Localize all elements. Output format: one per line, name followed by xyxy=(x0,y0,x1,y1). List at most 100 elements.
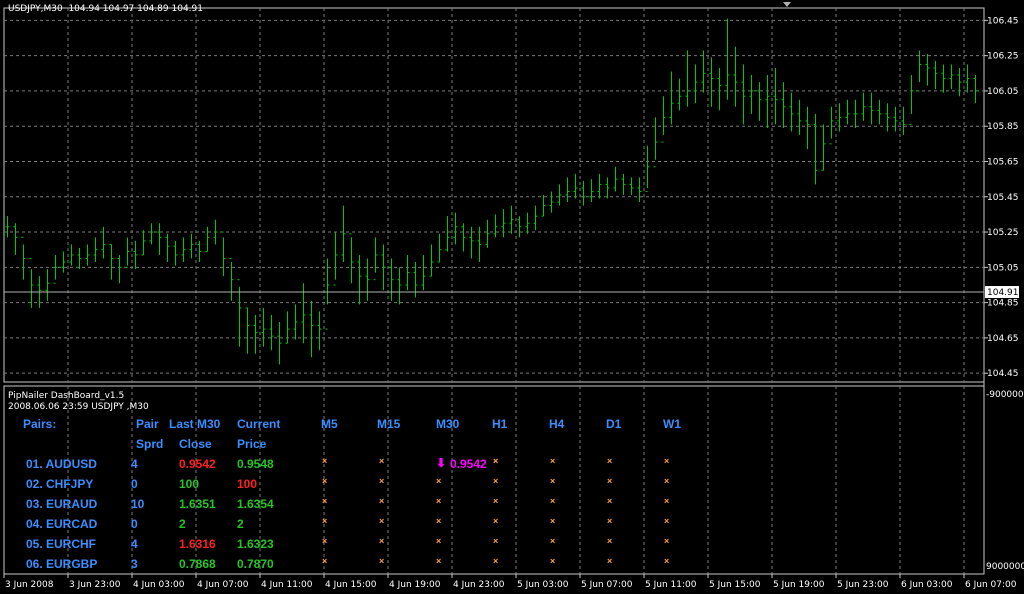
pair-spread: 3 xyxy=(131,557,138,571)
main-plot-frame xyxy=(3,7,985,383)
column-header: M5 xyxy=(321,417,338,431)
column-header: Current xyxy=(237,417,281,431)
x-tick-label: 4 Jun 03:00 xyxy=(133,580,185,590)
signal-marker: × xyxy=(550,516,556,526)
x-tick-label: 5 Jun 07:00 xyxy=(581,580,633,590)
signal-marker: × xyxy=(322,556,328,566)
signal-marker: × xyxy=(493,536,499,546)
signal-marker: × xyxy=(322,456,328,466)
pair-spread: 4 xyxy=(131,457,138,471)
y-tick-label: 105.05 xyxy=(987,263,1019,273)
x-tick-label: 3 Jun 2008 xyxy=(5,580,54,590)
current-price-value: 0.7870 xyxy=(237,557,274,571)
pair-spread: 0 xyxy=(131,477,138,491)
column-header: Last M30 xyxy=(169,417,221,431)
signal-marker: × xyxy=(550,556,556,566)
chart-window[interactable]: 106.45 106.25 106.05 105.85 105.65 105.45 105.… xyxy=(0,0,1024,594)
column-subheader: Close xyxy=(179,437,212,451)
signal-marker: × xyxy=(550,476,556,486)
signal-marker: × xyxy=(664,476,670,486)
x-tick-label: 4 Jun 23:00 xyxy=(453,580,505,590)
current-price-value: 1.6323 xyxy=(237,537,274,551)
signal-marker: × xyxy=(436,536,442,546)
y-tick-label: 105.85 xyxy=(987,122,1019,132)
signal-marker: × xyxy=(322,496,328,506)
current-price-value: 100 xyxy=(237,477,258,491)
x-tick-label: 4 Jun 11:00 xyxy=(261,580,313,590)
x-tick-label: 3 Jun 23:00 xyxy=(69,580,121,590)
x-tick-label: 6 Jun 07:00 xyxy=(965,580,1017,590)
signal-marker: × xyxy=(322,516,328,526)
signal-marker: × xyxy=(607,536,613,546)
down-arrow-icon: ⬇ xyxy=(436,456,447,470)
signal-marker: × xyxy=(322,476,328,486)
current-price-value: 1.6354 xyxy=(237,497,274,511)
signal-marker: × xyxy=(436,496,442,506)
shift-marker-icon xyxy=(783,2,791,7)
signal-marker: × xyxy=(379,556,385,566)
column-header: D1 xyxy=(606,417,622,431)
signal-marker: × xyxy=(664,556,670,566)
column-header: Pairs: xyxy=(23,417,57,431)
signal-marker: × xyxy=(607,456,613,466)
pair-name: 01. AUDUSD xyxy=(26,457,97,471)
signal-marker: × xyxy=(607,476,613,486)
signal-marker: × xyxy=(550,496,556,506)
column-subheader: Sprd xyxy=(136,437,164,451)
last-close-value: 0.9542 xyxy=(179,457,216,471)
indicator-subtitle: 2008.06.06 23:59 USDJPY ,M30 xyxy=(8,402,149,412)
x-tick-label: 5 Jun 11:00 xyxy=(645,580,697,590)
signal-marker: × xyxy=(379,536,385,546)
y-tick-label: 104.85 xyxy=(987,299,1019,309)
pair-name: 04. EURCAD xyxy=(26,517,98,531)
signal-marker: × xyxy=(607,556,613,566)
signal-marker: × xyxy=(322,536,328,546)
chart-title: USDJPY,M30 104.94 104.97 104.89 104.91 xyxy=(8,4,203,14)
y-tick-label: 106.45 xyxy=(987,16,1019,26)
signal-marker: × xyxy=(664,496,670,506)
pair-name: 05. EURCHF xyxy=(26,537,97,551)
last-close-value: 1.6351 xyxy=(179,497,216,511)
y-tick-label: 105.45 xyxy=(987,193,1019,203)
column-header: M15 xyxy=(377,417,401,431)
last-close-value: 100 xyxy=(179,477,200,491)
price-chart[interactable]: 106.45 106.25 106.05 105.85 105.65 105.45 105.… xyxy=(0,0,1024,594)
pair-spread: 4 xyxy=(131,537,138,551)
y-tick-label: 104.45 xyxy=(987,369,1019,379)
x-tick-label: 5 Jun 19:00 xyxy=(773,580,825,590)
column-header: M30 xyxy=(436,417,460,431)
signal-marker: × xyxy=(664,456,670,466)
column-header: Pair xyxy=(136,417,159,431)
signal-marker: × xyxy=(379,516,385,526)
signal-marker: × xyxy=(607,516,613,526)
signal-marker: × xyxy=(607,496,613,506)
current-price-value: 2 xyxy=(237,517,244,531)
pair-name: 06. EURGBP xyxy=(26,557,98,571)
signal-marker: × xyxy=(493,476,499,486)
x-tick-label: 4 Jun 15:00 xyxy=(325,580,377,590)
signal-marker: × xyxy=(493,556,499,566)
current-price-label: 104.91 xyxy=(987,288,1019,298)
indicator-scale-top: -9000000 xyxy=(986,390,1024,400)
x-tick-label: 5 Jun 03:00 xyxy=(517,580,569,590)
pair-name: 03. EURAUD xyxy=(26,497,98,511)
last-close-value: 0.7868 xyxy=(179,557,216,571)
x-tick-label: 4 Jun 19:00 xyxy=(389,580,441,590)
indicator-scale-bottom: 9000000 xyxy=(986,562,1024,572)
column-header: H4 xyxy=(549,417,565,431)
x-tick-label: 5 Jun 23:00 xyxy=(837,580,889,590)
column-header: H1 xyxy=(492,417,508,431)
signal-marker: × xyxy=(436,556,442,566)
last-close-value: 2 xyxy=(179,517,186,531)
signal-marker: × xyxy=(550,536,556,546)
ohlc-readout: 104.94 104.97 104.89 104.91 xyxy=(68,4,203,14)
x-tick-label: 5 Jun 15:00 xyxy=(709,580,761,590)
signal-marker: × xyxy=(493,456,499,466)
signal-marker: × xyxy=(379,456,385,466)
indicator-title: PipNailer DashBoard_v1.5 xyxy=(8,391,125,401)
signal-marker: × xyxy=(436,476,442,486)
signal-marker: × xyxy=(379,496,385,506)
signal-marker: × xyxy=(436,516,442,526)
column-header: W1 xyxy=(663,417,681,431)
signal-marker: × xyxy=(664,516,670,526)
